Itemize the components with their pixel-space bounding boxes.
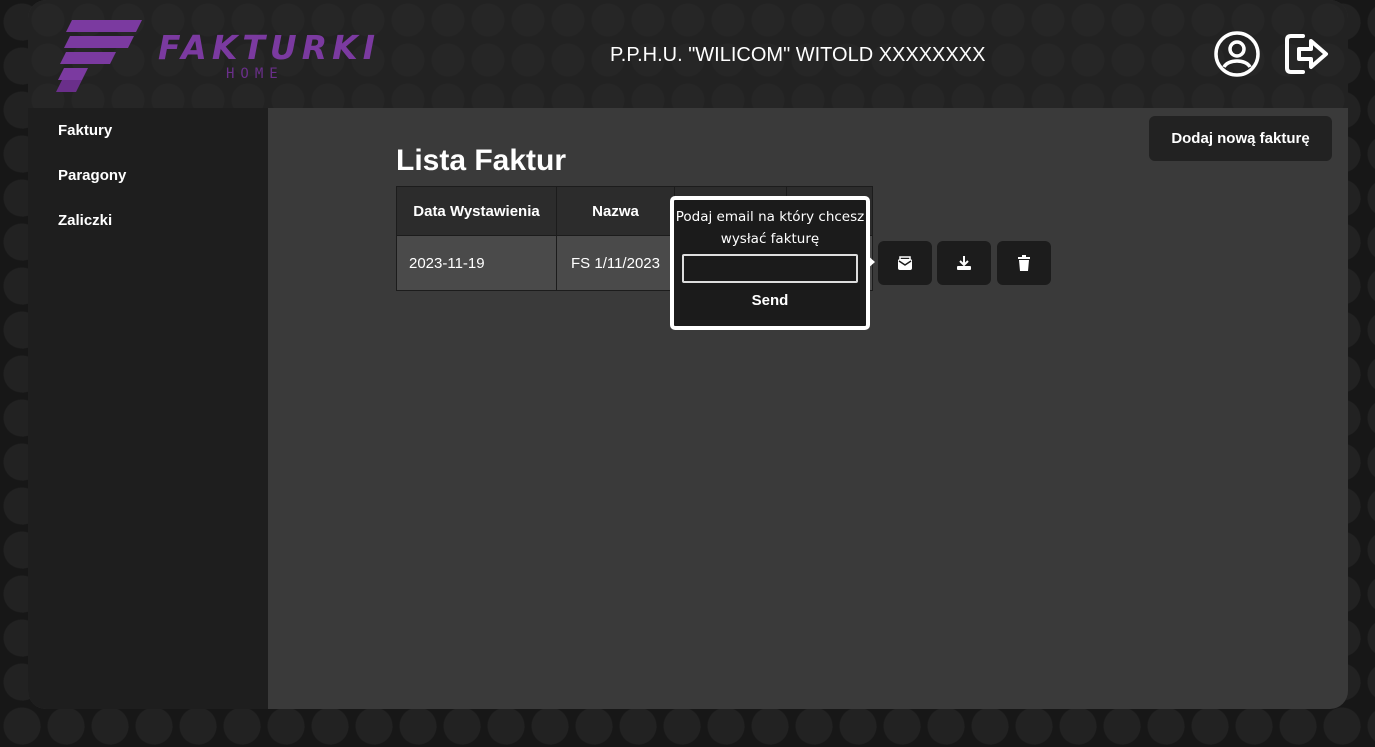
logo-title: FAKTURKI [158,28,380,67]
header: FAKTURKI HOME P.P.H.U. "WILICOM" WITOLD … [28,0,1348,108]
trash-icon [1018,255,1030,271]
logout-icon[interactable] [1283,30,1331,78]
sidebar-item-faktury[interactable]: Faktury [28,108,268,153]
email-field[interactable] [682,254,858,283]
send-email-button[interactable] [878,241,932,285]
user-profile-icon[interactable] [1213,30,1261,78]
delete-button[interactable] [997,241,1051,285]
invoice-name: FS 1/11/2023 [556,235,675,291]
logo: FAKTURKI HOME [54,18,375,94]
sidebar-item-zaliczki[interactable]: Zaliczki [28,198,268,243]
add-invoice-button[interactable]: Dodaj nową fakturę [1149,116,1332,161]
company-name: P.P.H.U. "WILICOM" WITOLD XXXXXXXX [610,44,986,66]
send-button[interactable]: Send [752,292,789,309]
logo-mark-icon [56,20,142,92]
invoice-date: 2023-11-19 [396,235,557,291]
download-button[interactable] [937,241,991,285]
column-header-date: Data Wystawienia [396,186,557,236]
sidebar: Faktury Paragony Zaliczki [28,108,268,709]
logo-subtitle: HOME [226,66,284,82]
sidebar-item-paragony[interactable]: Paragony [28,153,268,198]
app-window: FAKTURKI HOME P.P.H.U. "WILICOM" WITOLD … [28,0,1348,709]
mail-icon [898,256,912,270]
column-header-name: Nazwa [556,186,675,236]
page-title: Lista Faktur [396,144,567,177]
main-content: Dodaj nową fakturę Lista Faktur Data Wys… [268,108,1348,709]
popover-prompt: Podaj email na który chcesz wysłać faktu… [675,209,865,247]
email-popover: Podaj email na który chcesz wysłać faktu… [670,196,870,330]
download-icon [957,256,971,270]
